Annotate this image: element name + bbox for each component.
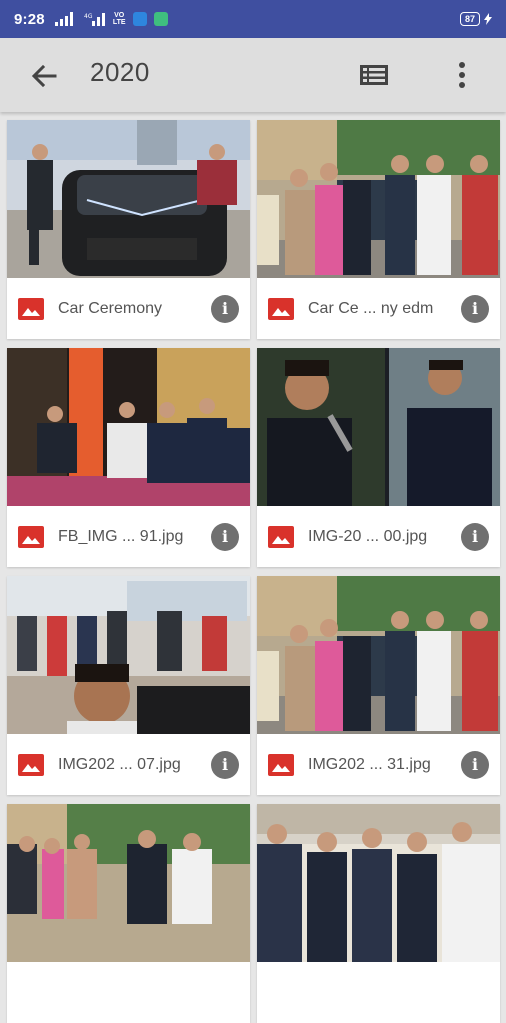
notification-app-icon [132, 12, 147, 26]
photo-caption[interactable] [7, 962, 250, 1023]
app-bar: 2020 [0, 38, 506, 112]
info-icon[interactable]: i [211, 751, 239, 779]
image-file-icon [18, 297, 44, 320]
arrow-back-icon[interactable] [30, 62, 58, 90]
message-app-icon [153, 12, 168, 26]
photo-caption[interactable] [257, 962, 500, 1023]
photo-card[interactable]: Car Ceremony i [7, 120, 250, 339]
photo-grid: Car Ceremony i Car Ce ... ny edm i FB_IM… [0, 112, 506, 1023]
photo-thumbnail[interactable] [7, 804, 250, 962]
info-icon[interactable]: i [461, 751, 489, 779]
volte-icon: VO LTE [112, 12, 126, 26]
photo-thumbnail[interactable] [7, 348, 250, 506]
data-signal-icon: 4G [84, 13, 105, 26]
photo-thumbnail[interactable] [7, 576, 250, 734]
photo-card[interactable]: IMG202 ... 07.jpg i [7, 576, 250, 795]
file-name: Car Ce ... ny edm [308, 299, 434, 317]
list-view-icon[interactable] [360, 63, 388, 87]
photo-card[interactable] [257, 804, 500, 1023]
photo-thumbnail[interactable] [257, 804, 500, 962]
image-file-icon [18, 753, 44, 776]
charging-icon [484, 13, 492, 25]
page-title: 2020 [90, 57, 150, 87]
status-icons: 4G VO LTE [54, 12, 168, 26]
photo-caption[interactable]: IMG-20 ... 00.jpg i [257, 506, 500, 567]
signal-icon [54, 12, 73, 26]
photo-caption[interactable]: FB_IMG ... 91.jpg i [7, 506, 250, 567]
file-name: IMG202 ... 07.jpg [58, 755, 181, 773]
battery-icon: 87 [459, 12, 480, 26]
photo-card[interactable]: IMG-20 ... 00.jpg i [257, 348, 500, 567]
status-time: 9:28 [14, 10, 45, 28]
image-file-icon [268, 297, 294, 320]
status-bar: 9:28 4G VO LTE 87 [0, 0, 506, 38]
photo-thumbnail[interactable] [257, 120, 500, 278]
file-name: FB_IMG ... 91.jpg [58, 527, 184, 545]
photo-card[interactable] [7, 804, 250, 1023]
svg-text:4G: 4G [84, 13, 93, 20]
file-name: Car Ceremony [58, 299, 163, 317]
photo-caption[interactable]: Car Ce ... ny edm i [257, 278, 500, 339]
photo-card[interactable]: IMG202 ... 31.jpg i [257, 576, 500, 795]
more-vert-icon[interactable] [452, 60, 472, 90]
photo-thumbnail[interactable] [7, 120, 250, 278]
file-name: IMG202 ... 31.jpg [308, 755, 431, 773]
photo-card[interactable]: Car Ce ... ny edm i [257, 120, 500, 339]
info-icon[interactable]: i [211, 295, 239, 323]
file-name: IMG-20 ... 00.jpg [308, 527, 428, 545]
info-icon[interactable]: i [461, 295, 489, 323]
image-file-icon [18, 525, 44, 548]
photo-caption[interactable]: Car Ceremony i [7, 278, 250, 339]
photo-thumbnail[interactable] [257, 576, 500, 734]
info-icon[interactable]: i [211, 523, 239, 551]
photo-caption[interactable]: IMG202 ... 07.jpg i [7, 734, 250, 795]
image-file-icon [268, 753, 294, 776]
info-icon[interactable]: i [461, 523, 489, 551]
photo-thumbnail[interactable] [257, 348, 500, 506]
photo-caption[interactable]: IMG202 ... 31.jpg i [257, 734, 500, 795]
image-file-icon [268, 525, 294, 548]
photo-card[interactable]: FB_IMG ... 91.jpg i [7, 348, 250, 567]
